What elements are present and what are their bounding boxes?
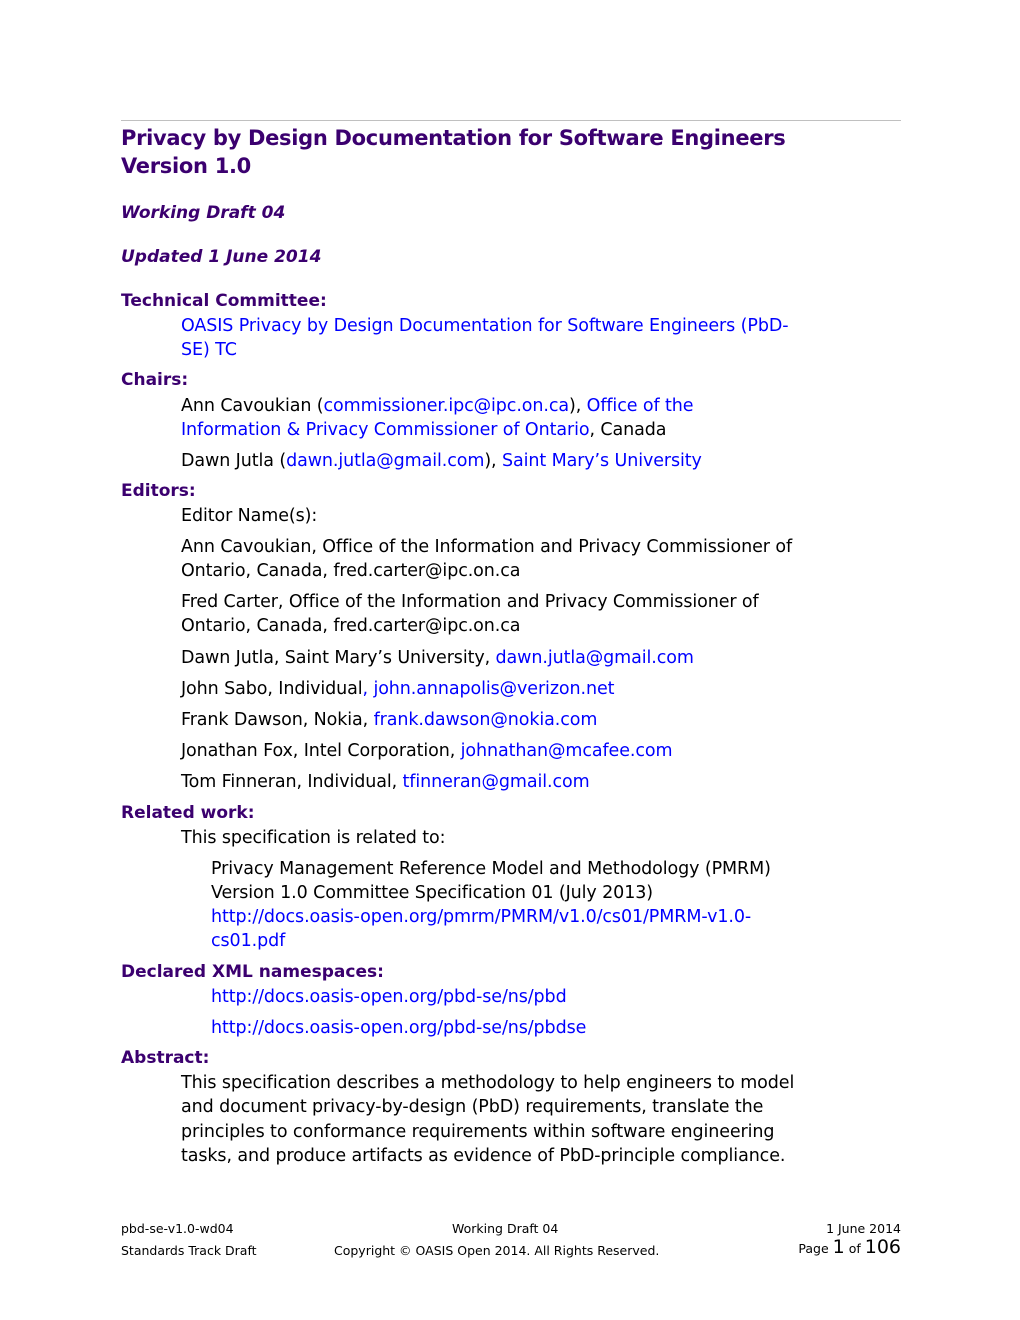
technical-committee-label: Technical Committee: — [121, 291, 327, 311]
chair-2-org-link[interactable]: Saint Mary’s University — [502, 451, 702, 471]
abstract-line-4: tasks, and produce artifacts as evidence… — [181, 1146, 786, 1166]
footer-track: Standards Track Draft — [121, 1243, 257, 1258]
editor-7: Tom Finneran, Individual, tfinneran@gmai… — [181, 772, 590, 792]
editors-intro: Editor Name(s): — [181, 506, 318, 526]
namespace-pbdse-link[interactable]: http://docs.oasis-open.org/pbd-se/ns/pbd… — [211, 1018, 586, 1038]
document-title: Privacy by Design Documentation for Soft… — [121, 124, 911, 180]
related-work-url-link-cont[interactable]: cs01.pdf — [211, 931, 285, 951]
related-work-label: Related work: — [121, 803, 255, 823]
editor-1: Ann Cavoukian, Office of the Information… — [181, 537, 793, 557]
footer-date: 1 June 2014 — [826, 1221, 901, 1236]
footer-stage: Working Draft 04 — [452, 1221, 559, 1236]
abstract-line-1: This specification describes a methodolo… — [181, 1073, 795, 1093]
related-work-item: Privacy Management Reference Model and M… — [211, 859, 771, 879]
editor-2: Fred Carter, Office of the Information a… — [181, 592, 759, 612]
abstract-line-2: and document privacy-by-design (PbD) req… — [181, 1097, 764, 1117]
editor-4-email-link[interactable]: , john.annapolis@verizon.net — [363, 679, 615, 699]
editor-3: Dawn Jutla, Saint Mary’s University, daw… — [181, 648, 694, 668]
abstract-line-3: principles to conformance requirements w… — [181, 1122, 775, 1142]
technical-committee-link-cont[interactable]: SE) TC — [181, 340, 237, 360]
editor-7-email-link[interactable]: tfinneran@gmail.com — [403, 772, 590, 792]
title-line-1: Privacy by Design Documentation for Soft… — [121, 126, 786, 150]
namespaces-label: Declared XML namespaces: — [121, 962, 384, 982]
chair-2-email-link[interactable]: dawn.jutla@gmail.com — [286, 451, 484, 471]
editor-6: Jonathan Fox, Intel Corporation, johnath… — [181, 741, 673, 761]
document-stage: Working Draft 04 — [121, 203, 286, 223]
editor-6-email-link[interactable]: johnathan@mcafee.com — [461, 741, 673, 761]
chair-1-org-link-cont[interactable]: Information & Privacy Commissioner of On… — [181, 420, 590, 440]
chairs-label: Chairs: — [121, 370, 189, 390]
editor-5-email-link[interactable]: frank.dawson@nokia.com — [374, 710, 598, 730]
editor-1-cont: Ontario, Canada, fred.carter@ipc.on.ca — [181, 561, 521, 581]
footer-doc-id: pbd-se-v1.0-wd04 — [121, 1221, 234, 1236]
title-rule — [121, 120, 901, 121]
namespace-pbd-link[interactable]: http://docs.oasis-open.org/pbd-se/ns/pbd — [211, 987, 567, 1007]
abstract-label: Abstract: — [121, 1048, 210, 1068]
editor-3-email-link[interactable]: dawn.jutla@gmail.com — [496, 648, 694, 668]
chair-1: Ann Cavoukian (commissioner.ipc@ipc.on.c… — [181, 396, 694, 416]
footer-copyright: Copyright © OASIS Open 2014. All Rights … — [334, 1243, 660, 1258]
editor-2-cont: Ontario, Canada, fred.carter@ipc.on.ca — [181, 616, 521, 636]
technical-committee-link[interactable]: OASIS Privacy by Design Documentation fo… — [181, 316, 789, 336]
editor-5: Frank Dawson, Nokia, frank.dawson@nokia.… — [181, 710, 598, 730]
title-line-2: Version 1.0 — [121, 154, 251, 178]
chair-1-email-link[interactable]: commissioner.ipc@ipc.on.ca — [324, 396, 570, 416]
editors-label: Editors: — [121, 481, 196, 501]
related-work-item-cont: Version 1.0 Committee Specification 01 (… — [211, 883, 653, 903]
related-work-intro: This specification is related to: — [181, 828, 446, 848]
editor-4: John Sabo, Individual, john.annapolis@ve… — [181, 679, 615, 699]
document-updated: Updated 1 June 2014 — [121, 247, 322, 267]
chair-2: Dawn Jutla (dawn.jutla@gmail.com), Saint… — [181, 451, 702, 471]
footer-page-number: Page 1 of 106 — [798, 1236, 901, 1258]
chair-1-org-link[interactable]: Office of the — [587, 396, 694, 416]
related-work-url-link[interactable]: http://docs.oasis-open.org/pmrm/PMRM/v1.… — [211, 907, 751, 927]
